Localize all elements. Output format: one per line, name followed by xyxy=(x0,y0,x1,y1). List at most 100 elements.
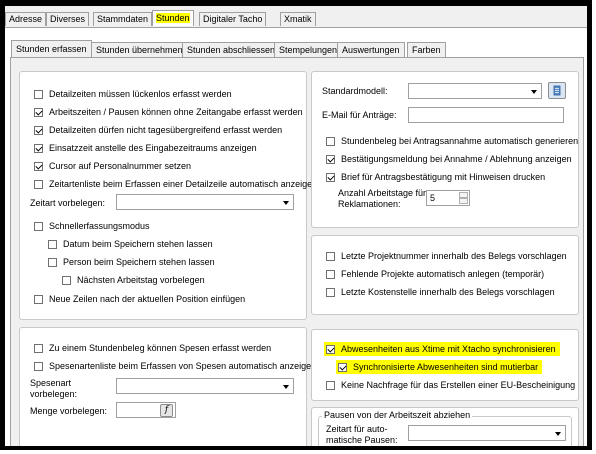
checkbox-row[interactable]: Neue Zeilen nach der aktuellen Position … xyxy=(34,293,245,305)
checkbox[interactable] xyxy=(338,363,347,372)
tab-label: Stammdaten xyxy=(97,14,149,24)
checkbox-label: Abwesenheiten aus Xtime mit Xtacho synch… xyxy=(341,344,556,354)
chevron-down-icon xyxy=(531,90,537,94)
anzahl-stepper[interactable]: 5 xyxy=(426,190,470,206)
checkbox[interactable] xyxy=(48,258,57,267)
tab-label: Diverses xyxy=(50,14,86,24)
checkbox-row[interactable]: Detailzeiten müssen lückenlos erfasst we… xyxy=(34,88,232,100)
standardmodell-dropdown[interactable] xyxy=(408,83,542,99)
checkbox-label: Fehlende Projekte automatisch anlegen (t… xyxy=(341,269,545,279)
checkbox-label: Schnellerfassungsmodus xyxy=(49,221,150,231)
checkbox[interactable] xyxy=(48,240,57,249)
checkbox[interactable] xyxy=(34,362,43,371)
tab-xmatik[interactable]: Xmatik xyxy=(280,12,316,26)
zeitart-label: Zeitart vorbelegen: xyxy=(30,198,106,208)
subtab-label: Stunden erfassen xyxy=(16,44,87,54)
zeitart-pausen-dropdown[interactable] xyxy=(408,425,566,441)
checkbox-row[interactable]: Schnellerfassungsmodus xyxy=(34,220,150,232)
checkbox-row[interactable]: Fehlende Projekte automatisch anlegen (t… xyxy=(326,268,544,280)
email-input[interactable] xyxy=(408,107,564,123)
checkbox-row[interactable]: Spesenartenliste beim Erfassen von Spese… xyxy=(34,360,316,372)
tab-label: Digitaler Tacho xyxy=(203,14,263,24)
stepper-down-button[interactable] xyxy=(459,198,468,204)
screenshot-frame: Adresse Diverses Stammdaten Stunden Digi… xyxy=(0,0,592,450)
subtab-stunden-uebernehmen[interactable]: Stunden übernehmen xyxy=(91,42,188,57)
subtab-label: Stunden abschliessen xyxy=(187,45,276,55)
zeitart-dropdown[interactable] xyxy=(116,194,294,210)
label-line: Anzahl Arbeitstage für xyxy=(338,188,427,198)
checkbox[interactable] xyxy=(326,155,335,164)
checkbox[interactable] xyxy=(34,90,43,99)
spesenart-dropdown[interactable] xyxy=(116,378,294,394)
checkbox-label: Synchronisierte Abwesenheiten sind mutie… xyxy=(353,362,539,372)
checkbox-row[interactable]: Detailzeiten dürfen nicht tagesübergreif… xyxy=(34,124,282,136)
expenses-panel: Zu einem Stundenbeleg können Spesen erfa… xyxy=(19,327,316,446)
checkbox-label: Spesenartenliste beim Erfassen von Spese… xyxy=(49,361,317,371)
checkbox[interactable] xyxy=(326,381,335,390)
checkbox-row[interactable]: Cursor auf Personalnummer setzen xyxy=(34,160,191,172)
email-label: E-Mail für Anträge: xyxy=(322,110,397,120)
checkbox[interactable] xyxy=(34,222,43,231)
document-icon xyxy=(553,85,561,96)
standardmodell-label: Standardmodell: xyxy=(322,86,388,96)
subtab-label: Farben xyxy=(412,45,441,55)
checkbox-row[interactable]: Datum beim Speichern stehen lassen xyxy=(48,238,213,250)
checkbox-row[interactable]: Zu einem Stundenbeleg können Spesen erfa… xyxy=(34,342,271,354)
checkbox-row[interactable]: Person beim Speichern stehen lassen xyxy=(48,256,215,268)
tab-stammdaten[interactable]: Stammdaten xyxy=(93,12,153,26)
checkbox[interactable] xyxy=(34,344,43,353)
checkbox-row[interactable]: Abwesenheiten aus Xtime mit Xtacho synch… xyxy=(324,342,560,356)
checkbox-row[interactable]: Nächsten Arbeitstag vorbelegen xyxy=(62,274,205,286)
label-line: Zeitart für auto- xyxy=(326,424,388,434)
checkbox-row[interactable]: Bestätigungsmeldung bei Annahme / Ablehn… xyxy=(326,153,572,165)
tab-adresse[interactable]: Adresse xyxy=(5,12,47,26)
requests-panel: Standardmodell: E-Mail für Anträge: Stun… xyxy=(311,71,579,228)
chevron-down-icon xyxy=(283,385,289,389)
checkbox-label: Zu einem Stundenbeleg können Spesen erfa… xyxy=(49,343,272,353)
projects-panel: Letzte Projektnummer innerhalb des Beleg… xyxy=(311,235,579,315)
label-line: matische Pausen: xyxy=(326,435,398,445)
checkbox-row[interactable]: Zeitartenliste beim Erfassen einer Detai… xyxy=(34,178,317,190)
checkbox[interactable] xyxy=(34,180,43,189)
checkbox[interactable] xyxy=(34,144,43,153)
subtab-stunden-erfassen[interactable]: Stunden erfassen xyxy=(11,40,92,58)
checkbox-row[interactable]: Synchronisierte Abwesenheiten sind mutie… xyxy=(336,360,543,374)
checkbox[interactable] xyxy=(326,137,335,146)
checkbox-row[interactable]: Stundenbeleg bei Antragsannahme automati… xyxy=(326,135,578,147)
checkbox[interactable] xyxy=(326,252,335,261)
checkbox[interactable] xyxy=(326,270,335,279)
checkbox-row[interactable]: Einsatzzeit anstelle des Eingabezeitraum… xyxy=(34,142,257,154)
checkbox-row[interactable]: Keine Nachfrage für das Erstellen einer … xyxy=(326,379,575,391)
checkbox-label: Einsatzzeit anstelle des Eingabezeitraum… xyxy=(49,143,257,153)
chevron-down-icon xyxy=(555,432,561,436)
checkbox[interactable] xyxy=(326,173,335,182)
subtab-auswertungen[interactable]: Auswertungen xyxy=(337,42,405,57)
checkbox[interactable] xyxy=(34,295,43,304)
settings-window: Adresse Diverses Stammdaten Stunden Digi… xyxy=(5,6,587,446)
subtab-stempelungen[interactable]: Stempelungen xyxy=(274,42,343,57)
absences-panel: Abwesenheiten aus Xtime mit Xtacho synch… xyxy=(311,329,579,401)
tab-label: Xmatik xyxy=(284,14,312,24)
checkbox[interactable] xyxy=(34,162,43,171)
subtab-stunden-abschliessen[interactable]: Stunden abschliessen xyxy=(182,42,281,57)
tab-stunden[interactable]: Stunden xyxy=(152,10,194,26)
subtab-farben[interactable]: Farben xyxy=(407,42,446,57)
tab-diverses[interactable]: Diverses xyxy=(46,12,90,26)
formula-button[interactable]: f xyxy=(160,404,173,417)
tab-digitaler-tacho[interactable]: Digitaler Tacho xyxy=(199,12,267,26)
checkbox-label: Detailzeiten dürfen nicht tagesübergreif… xyxy=(49,125,283,135)
checkbox[interactable] xyxy=(34,126,43,135)
checkbox[interactable] xyxy=(62,276,71,285)
checkbox-row[interactable]: Letzte Kostenstelle innerhalb des Belegs… xyxy=(326,286,555,298)
label-line: Reklamationen: xyxy=(338,199,401,209)
checkbox-label: Stundenbeleg bei Antragsannahme automati… xyxy=(341,136,579,146)
checkbox[interactable] xyxy=(34,108,43,117)
model-settings-button[interactable] xyxy=(548,82,566,99)
checkbox[interactable] xyxy=(326,345,335,354)
checkbox-label: Zeitartenliste beim Erfassen einer Detai… xyxy=(49,179,318,189)
checkbox[interactable] xyxy=(326,288,335,297)
checkbox-row[interactable]: Arbeitszeiten / Pausen können ohne Zeita… xyxy=(34,106,303,118)
checkbox-row[interactable]: Brief für Antragsbestätigung mit Hinweis… xyxy=(326,171,545,183)
anzahl-label: Anzahl Arbeitstage für Reklamationen: xyxy=(338,188,426,210)
checkbox-row[interactable]: Letzte Projektnummer innerhalb des Beleg… xyxy=(326,250,567,262)
